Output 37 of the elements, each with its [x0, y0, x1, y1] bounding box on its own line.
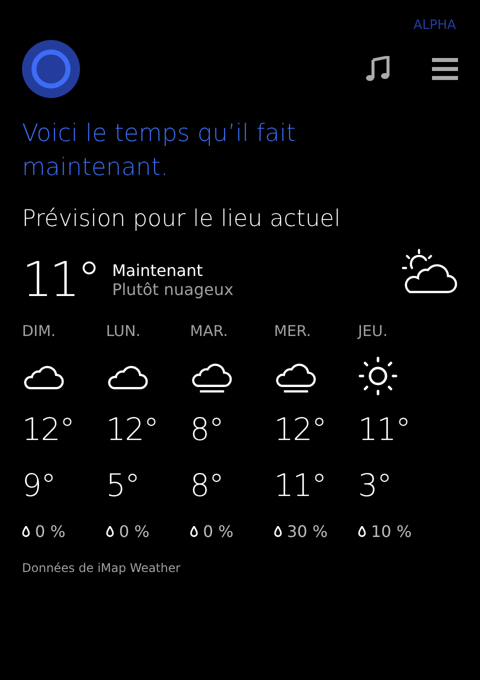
rain-chance: 30 %: [287, 522, 328, 541]
drop-icon: [106, 526, 114, 537]
low-temperature: 9°: [22, 467, 56, 506]
day-label: MAR.: [190, 322, 228, 342]
section-title: Prévision pour le lieu actuel: [22, 206, 342, 232]
low-temperature: 3°: [358, 467, 392, 506]
headline: Voici le temps qu’il fait maintenant.: [22, 118, 297, 183]
data-source-credit: Données de iMap Weather: [22, 561, 182, 575]
menu-icon[interactable]: [432, 57, 458, 81]
low-temperature: 8°: [190, 467, 224, 506]
sun-icon: [358, 356, 398, 396]
high-temperature: 11°: [358, 411, 410, 450]
alpha-label: ALPHA: [413, 18, 456, 33]
drop-icon: [274, 526, 282, 537]
rain-chance: 0 %: [203, 522, 234, 541]
high-temperature: 8°: [190, 411, 224, 450]
high-temperature: 12°: [274, 411, 326, 450]
music-note-icon[interactable]: [366, 56, 390, 82]
low-temperature: 5°: [106, 467, 140, 506]
condition-label: Plutôt nuageux: [112, 280, 234, 299]
sun-cloud-icon: [400, 248, 458, 294]
drop-icon: [190, 526, 198, 537]
drop-icon: [22, 526, 30, 537]
high-temperature: 12°: [106, 411, 158, 450]
high-temperature: 12°: [22, 411, 74, 450]
ring-logo-icon[interactable]: [22, 40, 80, 98]
day-label: LUN.: [106, 322, 141, 342]
rain-chance: 0 %: [119, 522, 150, 541]
current-temperature: 11°: [22, 251, 98, 310]
rain-chance: 10 %: [371, 522, 412, 541]
now-label: Maintenant: [112, 261, 204, 280]
low-temperature: 11°: [274, 467, 326, 506]
day-label: DIM.: [22, 322, 56, 342]
day-label: JEU.: [358, 322, 388, 342]
rain-chance: 0 %: [35, 522, 66, 541]
day-label: MER.: [274, 322, 312, 342]
drop-icon: [358, 526, 366, 537]
